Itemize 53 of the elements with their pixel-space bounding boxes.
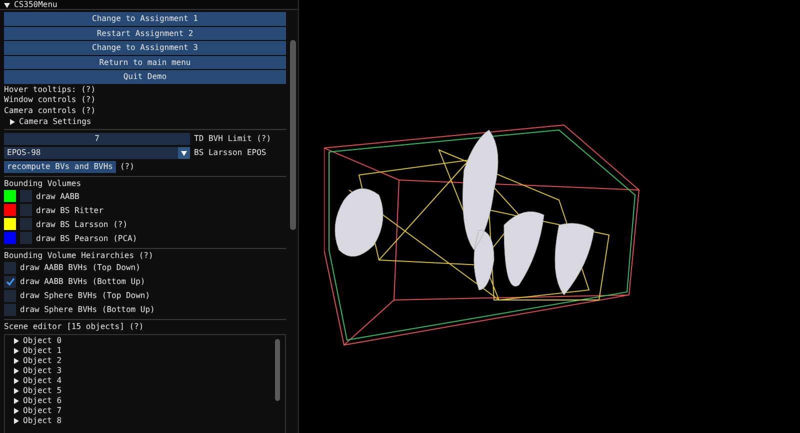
dropdown[interactable]: EPOS-98 — [4, 146, 190, 158]
checkbox[interactable] — [4, 276, 16, 288]
panel-scrollbar[interactable] — [290, 40, 296, 230]
object-tree-node[interactable]: Object 3 — [5, 366, 285, 376]
menu-button[interactable]: Change to Assignment 1 — [4, 12, 286, 26]
help-text: Hover tooltips: (?) — [4, 84, 97, 95]
section-heading: Bounding Volumes — [4, 179, 82, 190]
slider-label: TD BVH Limit (?) — [194, 134, 272, 143]
checkbox[interactable] — [20, 204, 32, 216]
expand-arrow-icon — [9, 118, 15, 124]
checkbox-label: draw Sphere BVHs (Top Down) — [20, 291, 150, 300]
list-scrollbar[interactable] — [275, 338, 280, 400]
menu-button[interactable]: Return to main menu — [4, 56, 286, 69]
object-tree-node[interactable]: Object 6 — [5, 396, 285, 406]
checkbox-label: draw BS Larsson (?) — [36, 220, 128, 228]
checkbox-label: draw AABB BVHs (Bottom Up) — [20, 277, 146, 286]
help-text: Window controls (?) — [4, 95, 97, 106]
object-tree-node[interactable]: Object 1 — [5, 346, 285, 356]
checkbox[interactable] — [20, 190, 32, 202]
checkbox-label: draw BS Pearson (PCA) — [36, 234, 138, 242]
object-tree-node[interactable]: Object 4 — [5, 376, 285, 386]
checkbox-label: draw Sphere BVHs (Bottom Up) — [20, 305, 155, 314]
tree-node[interactable]: Camera Settings — [4, 116, 286, 127]
menu-button[interactable]: Restart Assignment 2 — [4, 26, 286, 40]
checkbox[interactable] — [20, 218, 32, 230]
section-heading: Scene editor [15 objects] (?) — [4, 322, 145, 332]
window-title: CS350Menu — [14, 0, 58, 9]
recompute-button[interactable]: recompute BVs and BVHs — [4, 160, 116, 172]
color-swatch[interactable] — [4, 232, 16, 244]
color-swatch[interactable] — [4, 218, 16, 230]
checkbox[interactable] — [4, 290, 16, 302]
collapse-arrow-icon — [4, 2, 10, 8]
checkbox[interactable] — [4, 304, 16, 316]
color-swatch[interactable] — [4, 204, 16, 216]
checkbox-label: draw AABB BVHs (Top Down) — [20, 263, 140, 272]
checkbox-label: draw AABB — [36, 192, 80, 200]
number-field[interactable]: 7 — [4, 132, 190, 144]
help-marker: (?) — [120, 162, 134, 171]
object-tree-node[interactable]: Object 0 — [5, 336, 285, 346]
color-swatch[interactable] — [4, 190, 16, 202]
checkbox[interactable] — [20, 232, 32, 244]
help-text: Camera controls (?) — [4, 106, 97, 116]
checkbox[interactable] — [4, 262, 16, 274]
object-tree-node[interactable]: Object 7 — [5, 406, 285, 416]
object-tree-node[interactable]: Object 8 — [5, 416, 285, 426]
object-tree-node[interactable]: Object 5 — [5, 386, 285, 396]
menu-button[interactable]: Change to Assignment 3 — [4, 41, 286, 54]
checkbox-label: draw BS Ritter — [36, 206, 104, 214]
dropdown-label: BS Larsson EPOS — [194, 148, 266, 157]
object-tree-node[interactable]: Object 2 — [5, 356, 285, 366]
menu-button[interactable]: Quit Demo — [4, 70, 286, 84]
section-heading: Bounding Volume Heirarchies (?) — [4, 250, 154, 261]
dropdown-arrow-icon — [181, 150, 187, 156]
